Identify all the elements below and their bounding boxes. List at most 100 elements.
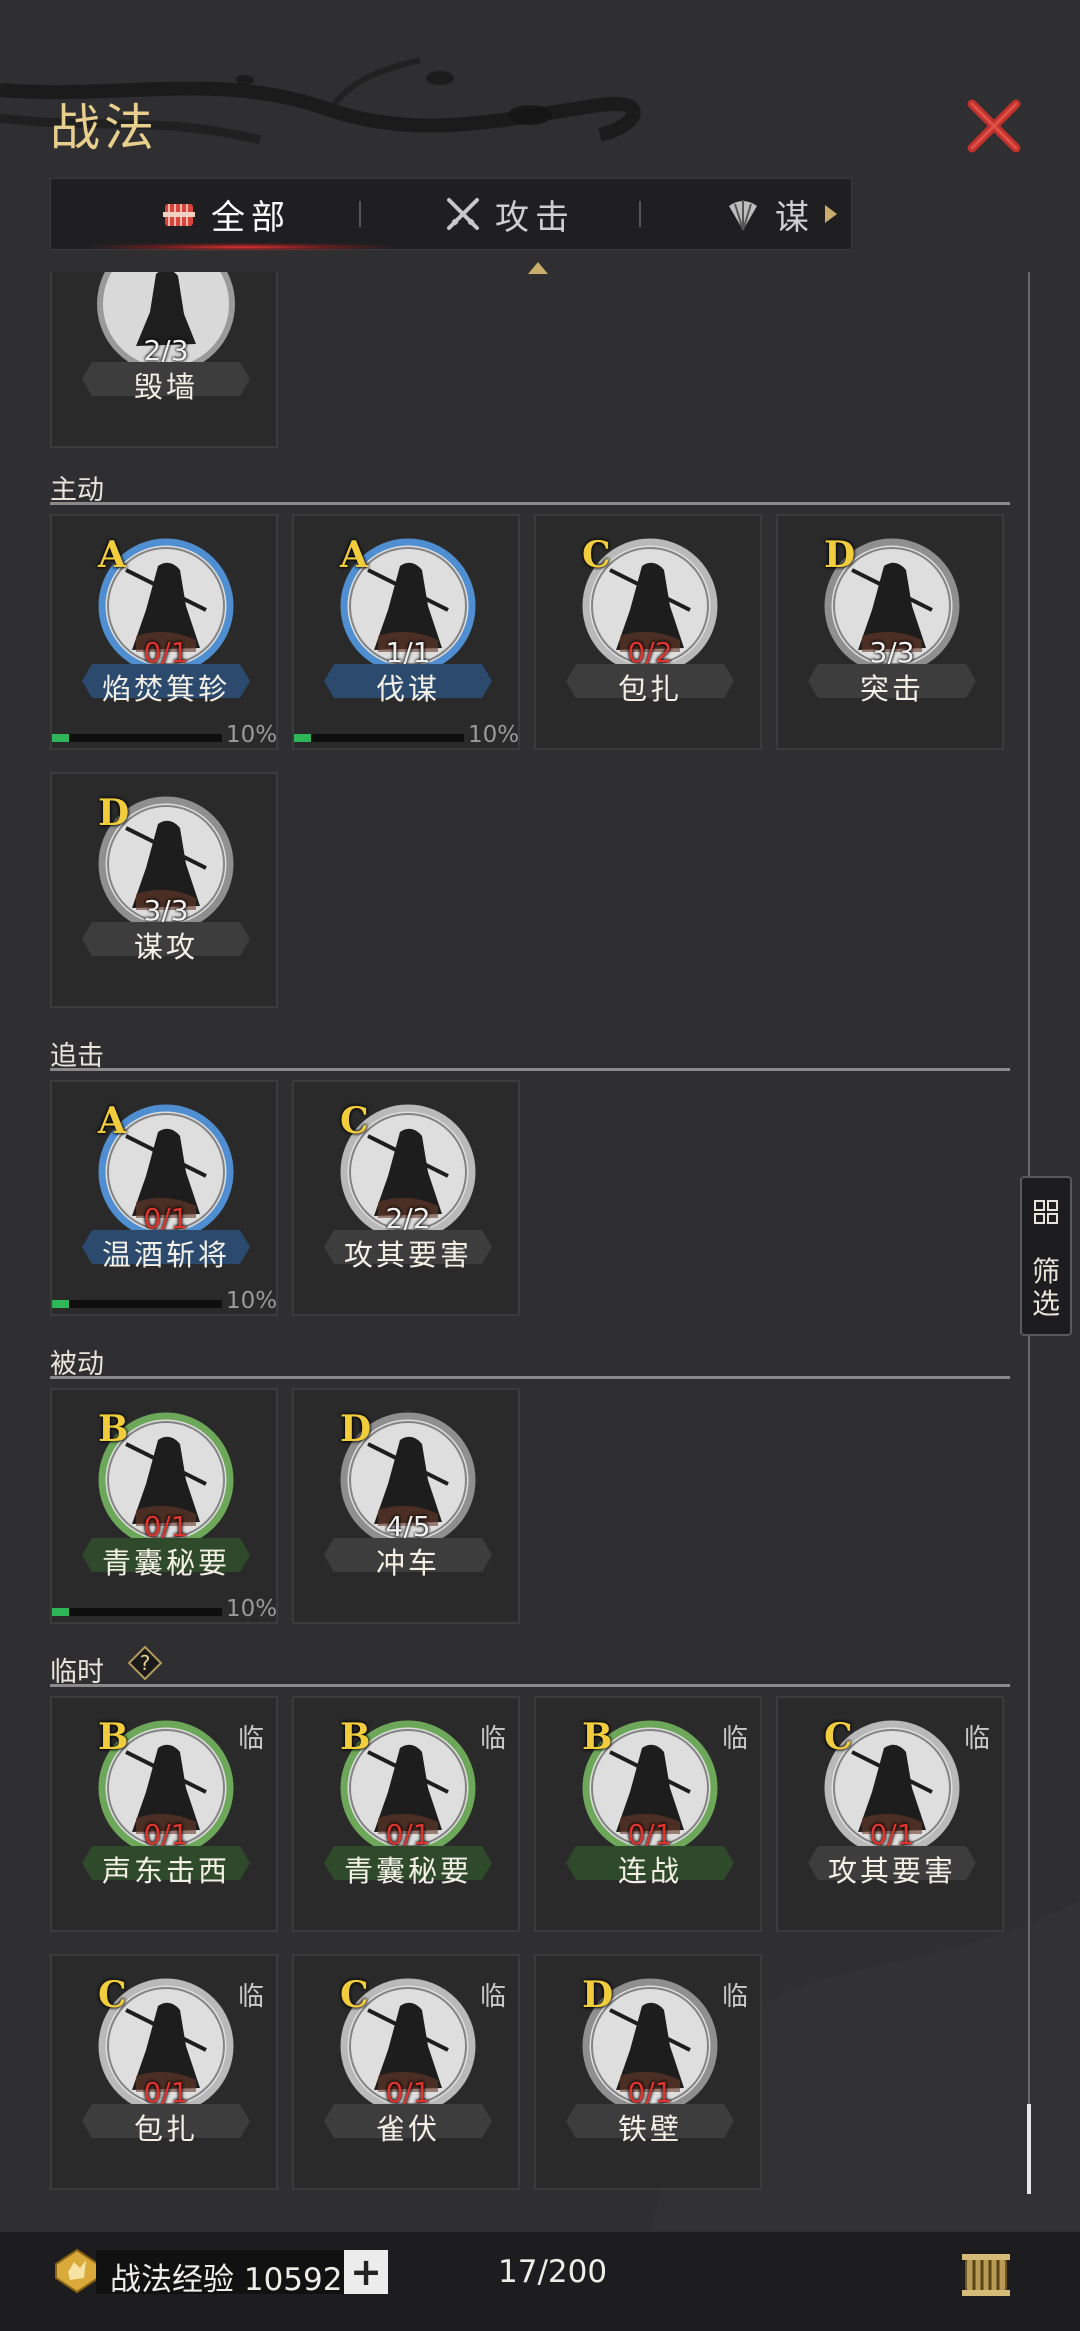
tactic-name: 突击 xyxy=(859,672,924,706)
grade-badge: B xyxy=(582,1716,613,1758)
tactic-name: 伐谋 xyxy=(375,672,440,706)
tab-all-label: 全部 xyxy=(211,197,291,238)
tactic-name: 攻其要害 xyxy=(343,1238,472,1272)
temporary-tag: 临 xyxy=(964,1724,991,1754)
tactic-name: 青囊秘要 xyxy=(343,1854,472,1888)
scrollbar-thumb[interactable] xyxy=(1027,2104,1031,2194)
feather-fan-icon xyxy=(729,200,757,231)
section-divider xyxy=(50,502,1010,505)
tactic-card[interactable]: A 0/1 温酒斩将 10% xyxy=(50,1080,278,1316)
progress-fill xyxy=(294,734,311,742)
tactic-card[interactable]: C 临 0/1 攻其要害 xyxy=(776,1696,1004,1932)
tactic-card[interactable]: C 临 0/1 雀伏 xyxy=(292,1954,520,2190)
tactic-name: 包扎 xyxy=(617,672,682,706)
grade-badge: D xyxy=(824,534,856,576)
close-icon[interactable] xyxy=(964,96,1024,156)
tactic-name: 毁墙 xyxy=(133,370,198,404)
tactic-card[interactable]: B 临 0/1 连战 xyxy=(534,1696,762,1932)
upgrade-progress-bar xyxy=(294,734,464,742)
temporary-tag: 临 xyxy=(238,1724,265,1754)
tactic-card[interactable]: C 0/2 包扎 xyxy=(534,514,762,750)
section-divider xyxy=(50,1376,1010,1379)
page-title: 战法 xyxy=(50,99,158,157)
grade-badge: D xyxy=(340,1408,372,1450)
upgrade-progress-bar xyxy=(52,1608,222,1616)
progress-percent: 10% xyxy=(226,722,278,748)
grade-badge: C xyxy=(824,1716,853,1758)
grade-badge: B xyxy=(98,1408,129,1450)
filter-button[interactable]: 筛选 xyxy=(1020,1176,1072,1336)
tactic-capacity: 17/200 xyxy=(498,2254,608,2290)
progress-percent: 10% xyxy=(468,722,520,748)
tactic-name: 攻其要害 xyxy=(827,1854,956,1888)
tab-strategy-label: 谋 xyxy=(775,197,815,238)
progress-percent: 10% xyxy=(226,1596,278,1622)
progress-fill xyxy=(52,1608,69,1616)
tactic-card[interactable]: B 临 0/1 声东击西 xyxy=(50,1696,278,1932)
tactic-card[interactable]: C 临 0/1 包扎 xyxy=(50,1954,278,2190)
temporary-tag: 临 xyxy=(480,1724,507,1754)
tab-strategy[interactable]: 谋 xyxy=(723,179,815,249)
upgrade-progress-bar xyxy=(52,734,222,742)
tactic-card[interactable]: B 0/1 青囊秘要 10% xyxy=(50,1388,278,1624)
tactic-name: 连战 xyxy=(617,1854,682,1888)
upgrade-progress-bar xyxy=(52,1300,222,1308)
tab-indicator-arrow xyxy=(528,262,548,274)
grid-icon xyxy=(1034,1200,1058,1224)
section-divider xyxy=(50,1068,1010,1071)
grade-badge: A xyxy=(340,534,368,576)
tactic-name: 声东击西 xyxy=(101,1854,230,1888)
tactic-card[interactable]: D 3/3 谋攻 xyxy=(50,772,278,1008)
tactic-card[interactable]: B 临 0/1 青囊秘要 xyxy=(292,1696,520,1932)
tactic-name: 焰焚箕轸 xyxy=(101,672,230,706)
grade-badge: C xyxy=(340,1100,369,1142)
chevron-right-icon[interactable] xyxy=(823,203,839,225)
grade-badge: C xyxy=(582,534,611,576)
tactic-name: 温酒斩将 xyxy=(101,1238,230,1272)
filter-label: 筛选 xyxy=(1031,1255,1060,1320)
tab-attack[interactable]: 攻击 xyxy=(443,179,575,249)
tactic-card[interactable]: D 4/5 冲车 xyxy=(292,1388,520,1624)
temporary-tag: 临 xyxy=(722,1724,749,1754)
grade-badge: D xyxy=(582,1974,614,2016)
grade-badge: A xyxy=(98,534,126,576)
tactic-card[interactable]: A 0/1 焰焚箕轸 10% xyxy=(50,514,278,750)
tab-divider xyxy=(359,201,361,227)
progress-percent: 10% xyxy=(226,1288,278,1314)
svg-text:?: ? xyxy=(140,1651,151,1675)
tab-attack-label: 攻击 xyxy=(495,197,575,238)
tactic-experience-icon xyxy=(55,2248,99,2294)
category-tabs: 全部 攻击 谋 xyxy=(50,178,852,251)
grade-badge: C xyxy=(98,1974,127,2016)
tactic-card[interactable]: D 临 0/1 铁壁 xyxy=(534,1954,762,2190)
tactic-name: 雀伏 xyxy=(375,2112,440,2146)
progress-fill xyxy=(52,734,69,742)
exp-label: 战法经验 10592 xyxy=(110,2262,343,2298)
scroll-bundle-icon xyxy=(163,204,195,226)
grade-badge: D xyxy=(98,792,130,834)
tactic-name: 青囊秘要 xyxy=(101,1546,230,1580)
tactic-card[interactable]: D 3/3 突击 xyxy=(776,514,1004,750)
temporary-tag: 临 xyxy=(722,1982,749,2012)
add-exp-button[interactable]: + xyxy=(344,2250,388,2294)
tab-all[interactable]: 全部 xyxy=(159,179,291,249)
tactic-card[interactable]: C 2/2 攻其要害 xyxy=(292,1080,520,1316)
tactic-name: 包扎 xyxy=(133,2112,198,2146)
temporary-tag: 临 xyxy=(238,1982,265,2012)
tactic-name: 铁壁 xyxy=(617,2112,682,2146)
tab-divider xyxy=(639,201,641,227)
temporary-tag: 临 xyxy=(480,1982,507,2012)
tactic-name: 谋攻 xyxy=(133,930,198,964)
section-divider xyxy=(50,1684,1010,1687)
active-tab-glow xyxy=(91,243,391,251)
tactic-name: 冲车 xyxy=(375,1546,440,1580)
question-mark-icon[interactable]: ? xyxy=(128,1646,162,1680)
grade-badge: A xyxy=(98,1100,126,1142)
grade-badge: B xyxy=(340,1716,371,1758)
crossed-swords-icon xyxy=(447,198,479,230)
scroll-storage-icon[interactable] xyxy=(958,2246,1014,2302)
progress-fill xyxy=(52,1300,69,1308)
grade-badge: C xyxy=(340,1974,369,2016)
grade-badge: B xyxy=(98,1716,129,1758)
tactic-card[interactable]: A 1/1 伐谋 10% xyxy=(292,514,520,750)
